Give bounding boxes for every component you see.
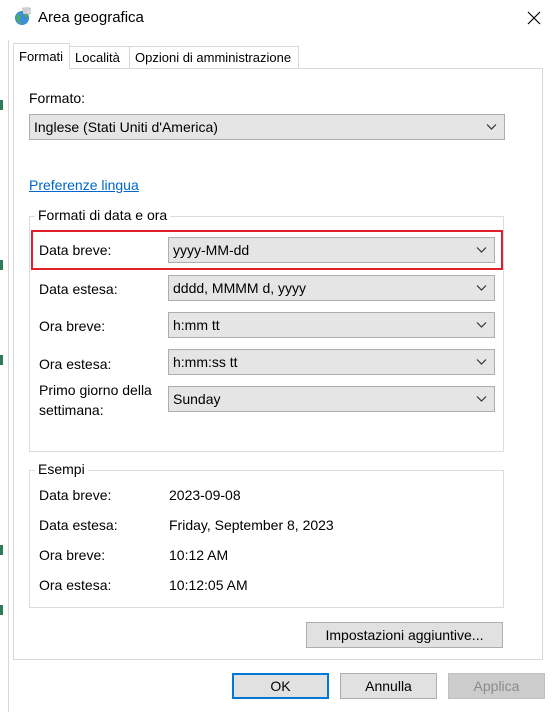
- example-short-time-label: Ora breve:: [39, 547, 106, 563]
- chevron-down-icon: [486, 124, 497, 130]
- example-long-time-value: 10:12:05 AM: [169, 577, 248, 593]
- long-time-select-value: h:mm:ss tt: [173, 354, 238, 370]
- background-edge-mark: [0, 605, 3, 615]
- window-border-line: [8, 40, 9, 712]
- title-bar: Area geografica: [0, 0, 556, 36]
- long-date-select[interactable]: dddd, MMMM d, yyyy: [168, 275, 495, 301]
- chevron-down-icon: [476, 359, 487, 365]
- tab-opzioni-amministrazione[interactable]: Opzioni di amministrazione: [129, 46, 299, 68]
- globe-icon: [12, 7, 32, 27]
- long-date-label: Data estesa:: [39, 281, 118, 297]
- format-select[interactable]: Inglese (Stati Uniti d'America): [29, 114, 505, 140]
- background-edge-mark: [0, 545, 3, 555]
- example-short-date-value: 2023-09-08: [169, 487, 241, 503]
- first-day-select[interactable]: Sunday: [168, 386, 495, 412]
- long-time-label: Ora estesa:: [39, 356, 112, 372]
- example-long-date-value: Friday, September 8, 2023: [169, 517, 334, 533]
- format-select-value: Inglese (Stati Uniti d'America): [34, 119, 218, 135]
- short-time-select[interactable]: h:mm tt: [168, 312, 495, 338]
- example-short-date-label: Data breve:: [39, 487, 112, 503]
- apply-button: Applica: [448, 673, 545, 699]
- format-label: Formato:: [29, 90, 86, 106]
- examples-title: Esempi: [35, 461, 88, 477]
- long-time-select[interactable]: h:mm:ss tt: [168, 349, 495, 375]
- chevron-down-icon: [476, 285, 487, 291]
- chevron-down-icon: [476, 396, 487, 402]
- background-edge-mark: [0, 355, 3, 365]
- first-day-label-line1: Primo giorno della: [39, 382, 152, 398]
- background-edge-mark: [0, 100, 3, 110]
- short-date-label: Data breve:: [39, 242, 112, 258]
- cancel-button[interactable]: Annulla: [340, 673, 437, 699]
- example-long-time-label: Ora estesa:: [39, 577, 112, 593]
- close-button[interactable]: [516, 2, 552, 34]
- close-icon: [527, 11, 541, 25]
- long-date-select-value: dddd, MMMM d, yyyy: [173, 280, 307, 296]
- region-dialog: Area geografica Formati Località Opzioni…: [0, 0, 556, 712]
- example-short-time-value: 10:12 AM: [169, 547, 229, 563]
- tab-localita[interactable]: Località: [69, 46, 130, 68]
- language-preferences-link[interactable]: Preferenze lingua: [29, 177, 139, 193]
- short-date-select[interactable]: yyyy-MM-dd: [168, 237, 495, 263]
- short-date-select-value: yyyy-MM-dd: [173, 242, 250, 258]
- ok-button[interactable]: OK: [232, 673, 329, 699]
- first-day-label-line2: settimana:: [39, 402, 104, 418]
- date-time-formats-title: Formati di data e ora: [35, 207, 171, 223]
- chevron-down-icon: [476, 322, 487, 328]
- short-time-select-value: h:mm tt: [173, 317, 220, 333]
- tab-formati[interactable]: Formati: [13, 43, 70, 69]
- first-day-select-value: Sunday: [173, 391, 221, 407]
- example-long-date-label: Data estesa:: [39, 517, 118, 533]
- window-title: Area geografica: [38, 9, 144, 26]
- chevron-down-icon: [476, 247, 487, 253]
- background-edge-mark: [0, 260, 3, 270]
- additional-settings-button[interactable]: Impostazioni aggiuntive...: [306, 622, 503, 648]
- short-time-label: Ora breve:: [39, 318, 106, 334]
